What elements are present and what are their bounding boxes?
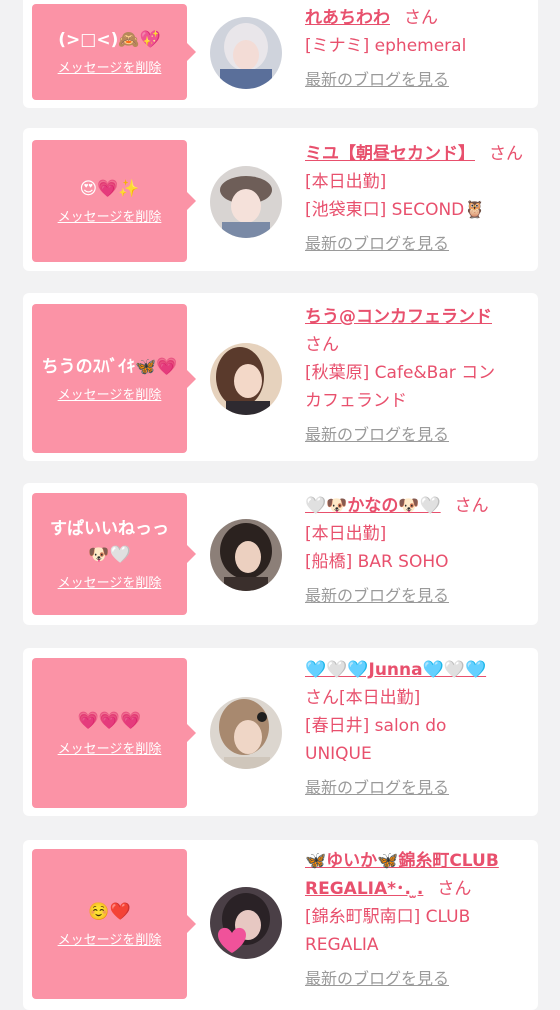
shop-info: [錦糸町駅南口] CLUB: [305, 907, 471, 927]
message-card: ちうのｽﾊﾞｲｷ🦋💗 メッセージを削除 ちう@コンカフェランド さん [秋葉原]…: [23, 293, 538, 461]
sender-name-link[interactable]: 🩵🤍🩵Junna🩵🤍🩵: [305, 660, 486, 680]
shop-info: [池袋東口] SECOND🦉: [305, 200, 486, 220]
message-card: (>□<)🙈💖 メッセージを削除 れあちわわ さん [ミナミ] ephemeral…: [23, 0, 538, 108]
honorific: さん: [305, 335, 339, 355]
sender-info: 🩵🤍🩵Junna🩵🤍🩵 さん[本日出勤] [春日井] salon do UNIQ…: [305, 656, 527, 800]
message-card: すぱいいねっっ🐶🤍 メッセージを削除 🤍🐶かなの🐶🤍 さん [本日出勤] [船橋]…: [23, 483, 538, 625]
latest-blog-link[interactable]: 最新のブログを見る: [305, 423, 527, 447]
honorific: さん: [437, 879, 472, 899]
honorific: さん: [404, 8, 438, 28]
delete-message-link[interactable]: メッセージを削除: [58, 61, 162, 77]
message-bubble: ちうのｽﾊﾞｲｷ🦋💗 メッセージを削除: [32, 304, 196, 453]
avatar[interactable]: [210, 697, 282, 769]
sender-info: ミユ【朝昼セカンド】 さん [本日出勤] [池袋東口] SECOND🦉 最新のブロ…: [305, 140, 527, 256]
avatar[interactable]: [210, 343, 282, 415]
sender-info: 🤍🐶かなの🐶🤍 さん [本日出勤] [船橋] BAR SOHO 最新のブログを見る: [305, 492, 527, 608]
honorific: さん: [305, 688, 339, 708]
avatar[interactable]: [210, 17, 282, 89]
delete-message-link[interactable]: メッセージを削除: [58, 933, 162, 949]
message-card: 😍💗✨ メッセージを削除 ミユ【朝昼セカンド】 さん [本日出勤] [池袋東口] …: [23, 128, 538, 271]
avatar[interactable]: [210, 519, 282, 591]
status: [本日出勤]: [339, 688, 421, 708]
message-bubble: ☺️❤️ メッセージを削除: [32, 849, 196, 999]
sender-info: 🦋ゆいか🦋錦糸町CLUB REGALIA*･. ̫. さん [錦糸町駅南口] CL…: [305, 847, 527, 991]
sender-name-link[interactable]: 🤍🐶かなの🐶🤍: [305, 496, 441, 516]
message-text: (>□<)🙈💖: [58, 30, 161, 50]
sender-name-link[interactable]: れあちわわ: [305, 8, 390, 28]
shop-info: [船橋] BAR SOHO: [305, 552, 449, 572]
message-bubble: (>□<)🙈💖 メッセージを削除: [32, 4, 196, 100]
delete-message-link[interactable]: メッセージを削除: [58, 576, 162, 592]
status: [本日出勤]: [305, 524, 387, 544]
avatar[interactable]: [210, 887, 282, 959]
message-bubble: 😍💗✨ メッセージを削除: [32, 140, 196, 262]
latest-blog-link[interactable]: 最新のブログを見る: [305, 68, 527, 92]
shop-info: [秋葉原] Cafe&Bar コン: [305, 363, 496, 383]
sender-info: れあちわわ さん [ミナミ] ephemeral 最新のブログを見る: [305, 4, 527, 92]
message-text: ちうのｽﾊﾞｲｷ🦋💗: [41, 356, 178, 377]
message-text: 💗💗💗: [77, 711, 142, 731]
message-card: ☺️❤️ メッセージを削除 🦋ゆいか🦋錦糸町CLUB REGALIA*･. ̫.…: [23, 840, 538, 1010]
shop-info-cont: REGALIA: [305, 935, 379, 955]
shop-info-cont: カフェランド: [305, 391, 407, 411]
message-bubble: 💗💗💗 メッセージを削除: [32, 658, 196, 808]
shop-info: [ミナミ] ephemeral: [305, 36, 467, 56]
sender-name-link[interactable]: ちう@コンカフェランド: [305, 307, 492, 327]
sender-info: ちう@コンカフェランド さん [秋葉原] Cafe&Bar コン カフェランド …: [305, 303, 527, 447]
shop-info-cont: UNIQUE: [305, 744, 372, 764]
message-text: ☺️❤️: [88, 902, 131, 922]
delete-message-link[interactable]: メッセージを削除: [58, 210, 162, 226]
latest-blog-link[interactable]: 最新のブログを見る: [305, 232, 527, 256]
message-text: すぱいいねっっ🐶🤍: [50, 519, 169, 565]
delete-message-link[interactable]: メッセージを削除: [58, 388, 162, 404]
message-card: 💗💗💗 メッセージを削除 🩵🤍🩵Junna🩵🤍🩵 さん[本日出勤] [春日井] …: [23, 648, 538, 816]
delete-message-link[interactable]: メッセージを削除: [58, 742, 162, 758]
message-text: 😍💗✨: [79, 179, 140, 199]
honorific: さん: [489, 144, 523, 164]
avatar[interactable]: [210, 166, 282, 238]
latest-blog-link[interactable]: 最新のブログを見る: [305, 967, 527, 991]
message-bubble: すぱいいねっっ🐶🤍 メッセージを削除: [32, 493, 196, 615]
latest-blog-link[interactable]: 最新のブログを見る: [305, 584, 527, 608]
sender-name-link[interactable]: ミユ【朝昼セカンド】: [305, 144, 475, 164]
latest-blog-link[interactable]: 最新のブログを見る: [305, 776, 527, 800]
honorific: さん: [454, 496, 489, 516]
status: [本日出勤]: [305, 172, 387, 192]
shop-info: [春日井] salon do: [305, 716, 447, 736]
